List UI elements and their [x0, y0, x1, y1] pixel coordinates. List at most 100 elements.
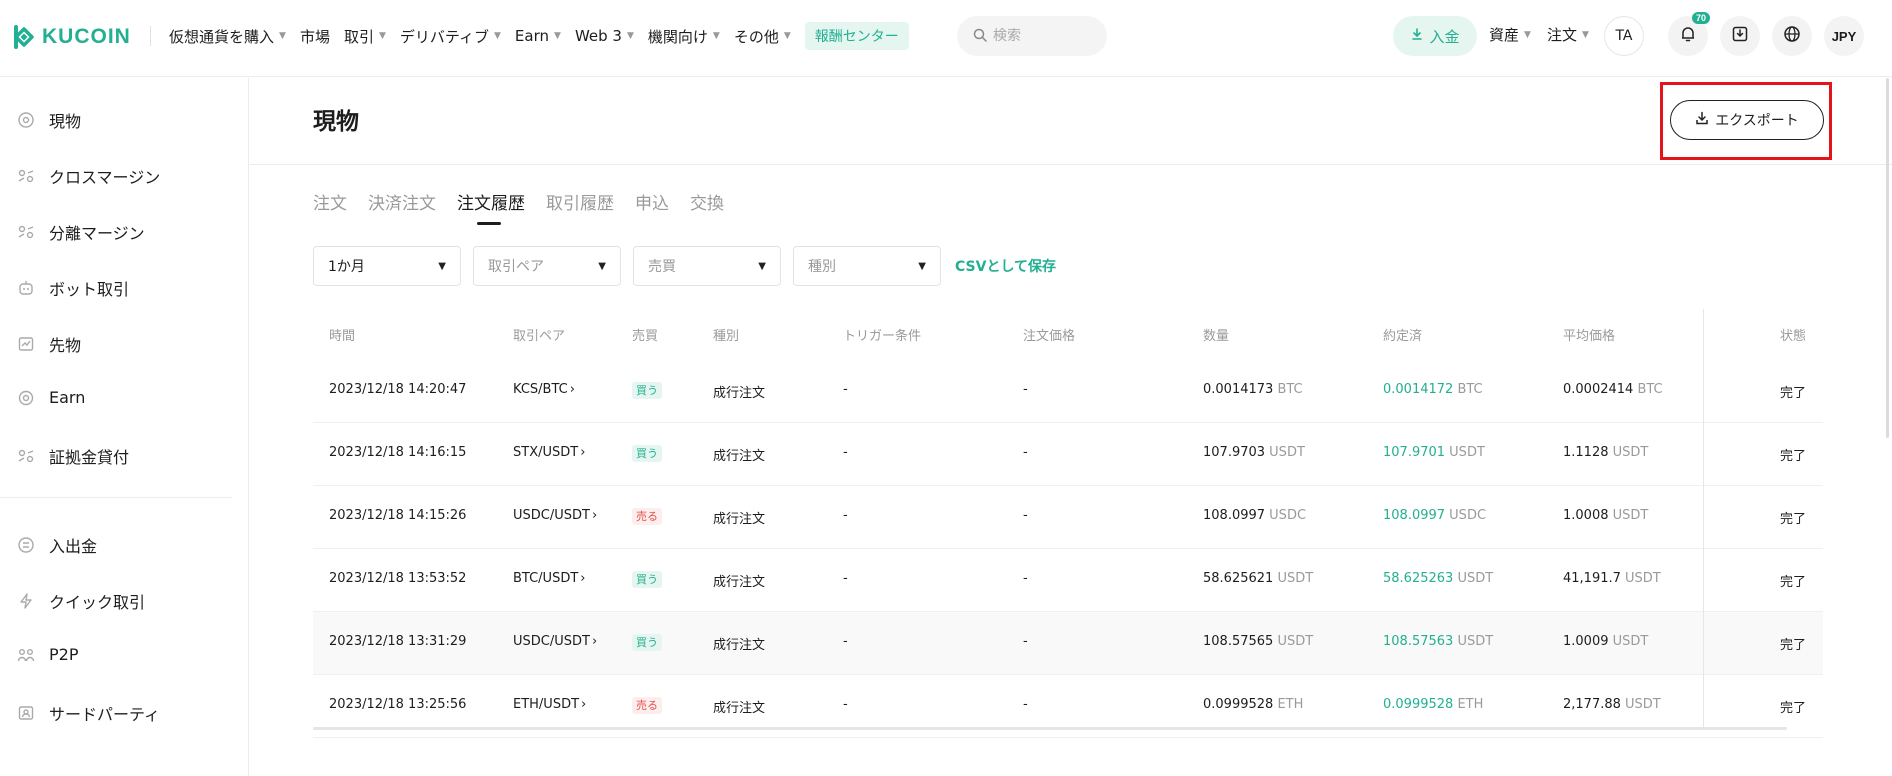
order-pair-link[interactable]: ETH/USDT ›: [513, 697, 586, 712]
currency-button[interactable]: JPY: [1824, 16, 1864, 56]
tab-exchange[interactable]: 交換: [690, 189, 724, 214]
order-filled: 0.0014172 BTC: [1383, 382, 1483, 397]
nav-reward-center[interactable]: 報酬センター: [804, 22, 909, 50]
nav-institutional[interactable]: 機関向け ▼: [648, 26, 720, 47]
nav-label: Earn: [514, 27, 550, 45]
order-pair-link[interactable]: KCS/BTC ›: [513, 382, 575, 397]
tab-orders[interactable]: 注文: [313, 189, 347, 214]
pair-label: ETH/USDT: [513, 697, 580, 712]
avg-value: 1.0009: [1563, 634, 1609, 649]
col-avg: 平均価格: [1563, 329, 1616, 344]
order-pair-link[interactable]: BTC/USDT ›: [513, 571, 585, 586]
sidebar-item-label: P2P: [49, 645, 79, 664]
sidebar-item-isolated-margin[interactable]: 分離マージン: [17, 220, 145, 244]
earn-icon: [17, 389, 35, 407]
tab-trade-history[interactable]: 取引履歴: [546, 189, 614, 214]
qty-value: 0.0999528: [1203, 697, 1274, 712]
nav-derivatives[interactable]: デリバティブ ▼: [400, 26, 501, 47]
language-button[interactable]: [1772, 16, 1812, 56]
chevron-right-icon: ›: [580, 571, 586, 586]
order-price: -: [1023, 445, 1028, 460]
search-input[interactable]: [993, 28, 1093, 44]
sidebar-item-cross-margin[interactable]: クロスマージン: [17, 164, 160, 188]
side-badge: 売る: [632, 508, 662, 525]
tab-settlement-orders[interactable]: 決済注文: [368, 189, 436, 214]
avg-value: 0.0002414: [1563, 382, 1634, 397]
export-button[interactable]: エクスポート: [1670, 100, 1824, 140]
sidebar-item-label: クロスマージン: [49, 168, 161, 187]
sidebar-item-bot[interactable]: ボット取引: [17, 276, 129, 300]
order-status: 完了: [1780, 449, 1807, 464]
top-navbar: KUCOIN 仮想通貨を購入 ▼ 市場 取引 ▼ デリバティブ ▼ Earn ▼ Web…: [0, 0, 1892, 77]
avg-value: 1.0008: [1563, 508, 1609, 523]
globe-icon: [1783, 25, 1801, 47]
tab-label: 取引履歴: [546, 194, 614, 214]
chevron-down-icon: ▼: [554, 31, 561, 41]
vertical-scrollbar[interactable]: [1886, 78, 1889, 438]
order-filled: 108.57563 USDT: [1383, 634, 1493, 649]
sidebar-item-futures[interactable]: 先物: [17, 332, 81, 356]
caret-down-icon: ▼: [598, 260, 606, 272]
nav-label: 資産: [1489, 26, 1520, 44]
caret-down-icon: ▼: [438, 260, 446, 272]
notification-count-badge: 70: [1691, 12, 1710, 24]
order-time: 2023/12/18 14:16:15: [329, 445, 467, 460]
chevron-right-icon: ›: [591, 508, 598, 523]
order-price: -: [1023, 382, 1028, 397]
avg-unit: USDT: [1612, 445, 1649, 460]
nav-orders[interactable]: 注文 ▼: [1547, 24, 1589, 45]
nav-label: その他: [733, 27, 779, 46]
sidebar-item-deposit-withdraw[interactable]: 入出金: [17, 533, 97, 557]
sidebar-item-third-party[interactable]: サードパーティ: [17, 701, 160, 725]
type-select[interactable]: 種別 ▼: [793, 246, 941, 286]
nav-web3[interactable]: Web 3 ▼: [575, 27, 634, 45]
order-pair-link[interactable]: USDC/USDT ›: [513, 634, 597, 649]
nav-assets[interactable]: 資産 ▼: [1489, 24, 1531, 45]
deposit-button[interactable]: 入金: [1393, 16, 1477, 56]
sidebar-item-spot[interactable]: 現物: [17, 108, 81, 132]
active-tab-indicator: [477, 222, 501, 225]
period-select[interactable]: 1か月 ▼: [313, 246, 461, 286]
chevron-down-icon: ▼: [378, 31, 386, 41]
sidebar-item-label: 証拠金貸付: [49, 448, 130, 467]
order-qty: 107.9703 USDT: [1203, 445, 1305, 460]
sidebar-item-label: クイック取引: [49, 593, 146, 612]
nav-earn[interactable]: Earn ▼: [515, 27, 561, 45]
chevron-right-icon: ›: [580, 445, 586, 460]
pair-select[interactable]: 取引ペア ▼: [473, 246, 621, 286]
avg-unit: USDT: [1612, 634, 1649, 649]
order-pair-link[interactable]: STX/USDT ›: [513, 445, 585, 460]
order-pair-link[interactable]: USDC/USDT ›: [513, 508, 597, 523]
download-icon: [1410, 27, 1424, 45]
page-title: 現物: [313, 109, 359, 135]
nav-buy-crypto[interactable]: 仮想通貨を購入 ▼: [169, 26, 286, 47]
side-select[interactable]: 売買 ▼: [633, 246, 781, 286]
export-label: エクスポート: [1715, 113, 1799, 129]
order-time: 2023/12/18 13:53:52: [329, 571, 467, 586]
deposit-label: 入金: [1429, 27, 1460, 46]
order-type: 成行注文: [713, 701, 766, 716]
sidebar-item-earn[interactable]: Earn: [17, 388, 85, 407]
search-box[interactable]: [957, 16, 1107, 56]
side-badge: 買う: [632, 445, 662, 462]
order-qty: 0.0999528 ETH: [1203, 697, 1303, 712]
order-side: 買う: [632, 445, 662, 462]
nav-more[interactable]: その他 ▼: [734, 26, 791, 47]
save-csv-link[interactable]: CSVとして保存: [955, 256, 1056, 276]
tab-order-history[interactable]: 注文履歴: [457, 189, 525, 225]
avatar[interactable]: TA: [1604, 16, 1644, 56]
nav-markets[interactable]: 市場: [300, 26, 330, 47]
download-app-button[interactable]: [1720, 16, 1760, 56]
tab-applications[interactable]: 申込: [635, 189, 669, 214]
order-filled: 58.625263 USDT: [1383, 571, 1493, 586]
nav-trade[interactable]: 取引 ▼: [344, 26, 386, 47]
chevron-down-icon: ▼: [1524, 29, 1531, 40]
kucoin-logo[interactable]: KUCOIN: [10, 22, 131, 52]
notification-button[interactable]: 70: [1668, 12, 1710, 56]
table-row: 2023/12/18 14:20:47 KCS/BTC › 買う 成行注文 - - 0.001…: [313, 360, 1823, 423]
horizontal-scrollbar[interactable]: [313, 727, 1787, 730]
order-qty: 0.0014173 BTC: [1203, 382, 1303, 397]
sidebar-item-lending[interactable]: 証拠金貸付: [17, 444, 129, 468]
sidebar-item-p2p[interactable]: P2P: [17, 645, 78, 664]
sidebar-item-quick-trade[interactable]: クイック取引: [17, 589, 145, 613]
